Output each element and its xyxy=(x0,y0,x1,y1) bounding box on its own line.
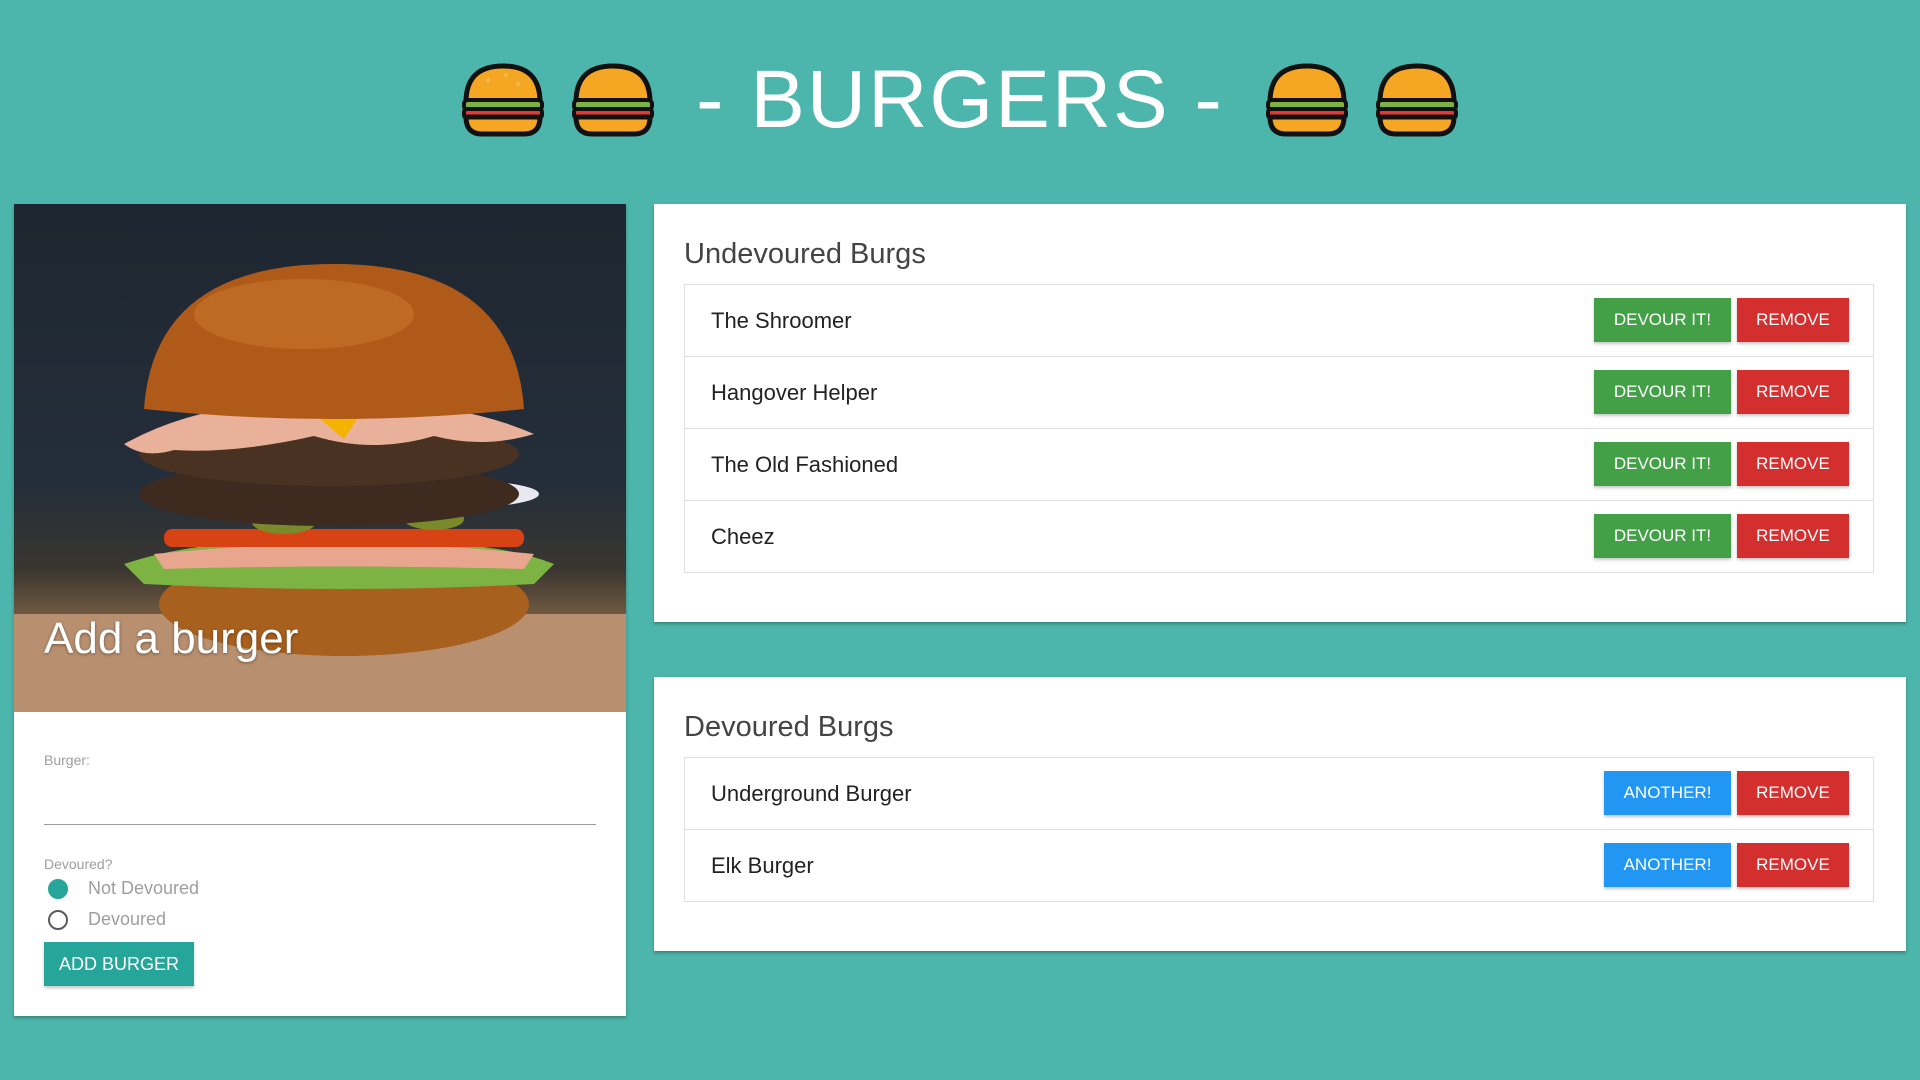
list-item: Hangover Helper DEVOUR IT! REMOVE xyxy=(685,357,1873,429)
undevoured-list: The Shroomer DEVOUR IT! REMOVE Hangover … xyxy=(684,284,1874,573)
burger-icon xyxy=(1265,63,1348,137)
burger-field-label: Burger: xyxy=(44,752,90,768)
remove-button[interactable]: REMOVE xyxy=(1737,843,1849,887)
list-item: Cheez DEVOUR IT! REMOVE xyxy=(685,501,1873,572)
list-item: Underground Burger ANOTHER! REMOVE xyxy=(685,758,1873,830)
remove-button[interactable]: REMOVE xyxy=(1737,442,1849,486)
burger-name: Cheez xyxy=(711,523,775,549)
add-burger-button[interactable]: ADD BURGER xyxy=(44,942,194,986)
page-header: - BURGERS - xyxy=(0,40,1920,160)
devoured-list: Underground Burger ANOTHER! REMOVE Elk B… xyxy=(684,757,1874,902)
list-item: Elk Burger ANOTHER! REMOVE xyxy=(685,830,1873,901)
page-title: - BURGERS - xyxy=(696,54,1224,145)
add-burger-card: Add a burger Burger: Devoured? Not Devou… xyxy=(14,204,626,1016)
devour-button[interactable]: DEVOUR IT! xyxy=(1594,442,1731,486)
undevoured-card: Undevoured Burgs The Shroomer DEVOUR IT!… xyxy=(654,204,1906,622)
burger-name-input[interactable] xyxy=(44,778,596,825)
remove-button[interactable]: REMOVE xyxy=(1737,771,1849,815)
section-heading: Undevoured Burgs xyxy=(684,238,926,270)
burger-name: The Old Fashioned xyxy=(711,451,899,477)
another-button[interactable]: ANOTHER! xyxy=(1604,771,1731,815)
devour-button[interactable]: DEVOUR IT! xyxy=(1594,514,1731,558)
burger-icon xyxy=(1375,63,1458,137)
remove-button[interactable]: REMOVE xyxy=(1737,298,1849,342)
remove-button[interactable]: REMOVE xyxy=(1737,370,1849,414)
card-title: Add a burger xyxy=(44,614,299,663)
list-item: The Shroomer DEVOUR IT! REMOVE xyxy=(685,285,1873,357)
section-heading: Devoured Burgs xyxy=(684,711,894,743)
burger-icon xyxy=(462,63,545,137)
devoured-field-label: Devoured? xyxy=(44,856,113,872)
burger-photo: Add a burger xyxy=(14,204,626,712)
burger-name: Elk Burger xyxy=(711,852,814,878)
radio-devoured[interactable]: Devoured xyxy=(48,909,166,930)
radio-not-devoured[interactable]: Not Devoured xyxy=(48,878,199,899)
burger-name: The Shroomer xyxy=(711,307,852,333)
radio-checked-icon[interactable] xyxy=(48,878,68,899)
radio-label: Not Devoured xyxy=(88,878,200,898)
another-button[interactable]: ANOTHER! xyxy=(1604,843,1731,887)
list-item: The Old Fashioned DEVOUR IT! REMOVE xyxy=(685,429,1873,501)
devoured-card: Devoured Burgs Underground Burger ANOTHE… xyxy=(654,677,1906,951)
radio-label: Devoured xyxy=(88,909,167,929)
remove-button[interactable]: REMOVE xyxy=(1737,514,1849,558)
burger-icon xyxy=(572,63,655,137)
radio-unchecked-icon[interactable] xyxy=(48,909,68,930)
devour-button[interactable]: DEVOUR IT! xyxy=(1594,298,1731,342)
burger-name: Hangover Helper xyxy=(711,379,878,405)
devour-button[interactable]: DEVOUR IT! xyxy=(1594,370,1731,414)
burger-name: Underground Burger xyxy=(711,780,912,806)
